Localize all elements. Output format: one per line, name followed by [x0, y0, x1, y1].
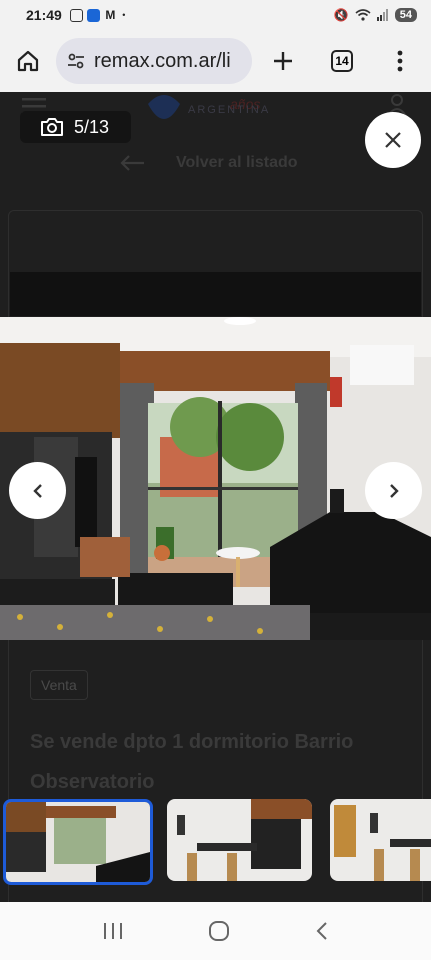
- status-time: 21:49: [26, 7, 62, 23]
- back-nav-icon[interactable]: [315, 921, 329, 941]
- thumbnail-image: [6, 802, 150, 882]
- more-notifications-icon: •: [122, 9, 126, 20]
- browser-toolbar: remax.com.ar/li 14: [0, 30, 431, 92]
- app-notification-icon: [86, 8, 100, 22]
- thumbnail-6[interactable]: [167, 799, 312, 881]
- browser-menu-button[interactable]: [370, 50, 430, 72]
- arrow-left-icon: [120, 155, 144, 171]
- url-text: remax.com.ar/li: [94, 49, 231, 72]
- site-settings-icon[interactable]: [66, 51, 86, 71]
- more-vert-icon: [397, 50, 403, 72]
- address-bar[interactable]: remax.com.ar/li: [56, 38, 252, 84]
- photo-counter: 5/13: [20, 111, 131, 143]
- thumbnail-image: [330, 799, 431, 881]
- thumbnail-7[interactable]: [330, 799, 431, 881]
- listing-type-badge: Venta: [30, 670, 88, 700]
- plus-icon: [274, 52, 292, 70]
- mute-icon: 🔇: [333, 8, 349, 22]
- home-icon: [17, 50, 39, 72]
- gmail-icon: M: [105, 7, 116, 22]
- signal-icon: [376, 9, 388, 21]
- status-bar: 21:49 M • 🔇 54: [0, 0, 431, 30]
- thumbnail-image: [167, 799, 312, 881]
- counter-text: 5/13: [74, 116, 110, 137]
- battery-indicator: 54: [394, 8, 417, 22]
- tab-switcher-button[interactable]: 14: [314, 50, 370, 72]
- camera-icon: [41, 118, 63, 136]
- notification-icons: M •: [69, 7, 127, 22]
- logo-text: ARGENTINA: [188, 104, 271, 116]
- close-gallery-button[interactable]: [365, 112, 421, 168]
- back-to-list[interactable]: Volver al listado: [120, 154, 298, 172]
- tab-count: 14: [331, 50, 353, 72]
- wifi-icon: [355, 9, 371, 21]
- system-nav-bar: [0, 902, 431, 960]
- prev-photo-button[interactable]: [9, 462, 66, 519]
- chevron-right-icon: [389, 483, 399, 498]
- remax-balloon-icon: [148, 95, 180, 119]
- chevron-left-icon: [32, 483, 42, 498]
- new-tab-button[interactable]: [252, 50, 314, 72]
- recent-apps-icon[interactable]: [102, 922, 124, 940]
- dimmed-photo-strip: [10, 272, 421, 316]
- back-label: Volver al listado: [176, 154, 298, 171]
- home-nav-icon[interactable]: [208, 920, 230, 942]
- thumbnail-strip: [0, 799, 431, 885]
- next-photo-button[interactable]: [365, 462, 422, 519]
- close-icon: [385, 132, 401, 148]
- listing-title: Se vende dpto 1 dormitorio Barrio Observ…: [30, 731, 354, 793]
- screenshot-icon: [69, 8, 83, 22]
- home-button[interactable]: [0, 33, 56, 89]
- thumbnail-5[interactable]: [3, 799, 153, 885]
